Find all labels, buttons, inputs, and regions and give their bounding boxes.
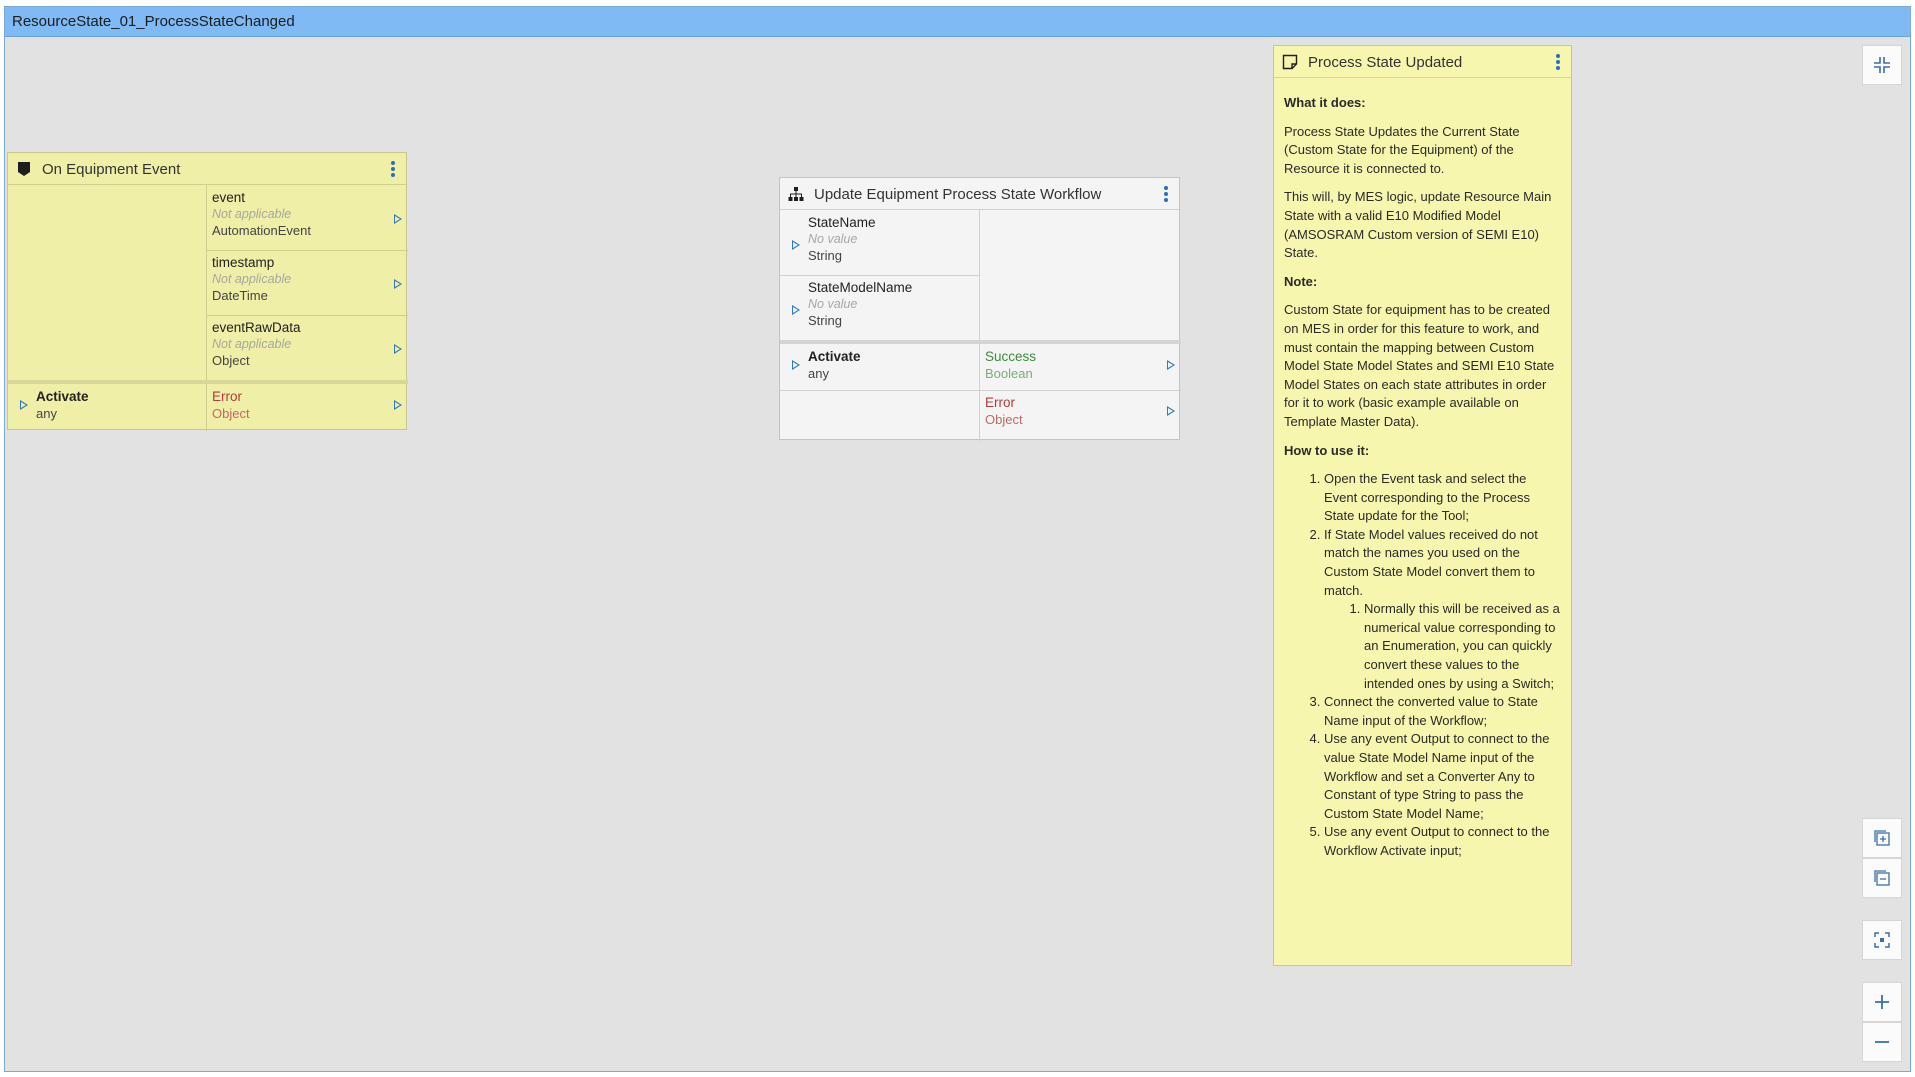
divider: [780, 390, 1181, 391]
steps-list: Open the Event task and select the Event…: [1324, 470, 1563, 860]
input-arrow-icon[interactable]: [792, 240, 800, 250]
substeps-list: Normally this will be received as a nume…: [1364, 600, 1563, 693]
input-port-activate[interactable]: Activate any: [18, 389, 198, 429]
output-arrow-icon[interactable]: [394, 214, 402, 224]
expand-all-icon: [1874, 830, 1890, 846]
divider: [206, 250, 408, 251]
note-icon: [1282, 54, 1298, 70]
node-header[interactable]: On Equipment Event: [8, 153, 406, 185]
node-header[interactable]: Update Equipment Process State Workflow: [780, 178, 1179, 210]
input-arrow-icon[interactable]: [20, 400, 28, 410]
input-port-statemodelname[interactable]: StateModelName No value String: [790, 280, 974, 338]
input-port-activate[interactable]: Activate any: [790, 349, 974, 389]
section-divider: [780, 340, 1181, 344]
output-arrow-icon[interactable]: [394, 400, 402, 410]
output-port-event[interactable]: event Not applicable AutomationEvent: [212, 190, 402, 248]
list-item: Use any event Output to connect to the W…: [1324, 823, 1563, 860]
output-arrow-icon[interactable]: [394, 344, 402, 354]
note-heading: Note:: [1284, 273, 1318, 289]
section-divider: [8, 380, 408, 384]
note-paragraph: This will, by MES logic, update Resource…: [1284, 189, 1552, 261]
fit-to-screen-button[interactable]: [1862, 920, 1902, 960]
collapse-all-button[interactable]: [1862, 858, 1902, 898]
input-port-statename[interactable]: StateName No value String: [790, 215, 974, 273]
output-port-error[interactable]: Error Object: [985, 395, 1175, 435]
collapse-icon: [1874, 57, 1890, 73]
output-arrow-icon[interactable]: [394, 279, 402, 289]
divider: [206, 315, 408, 316]
note-heading: What it does:: [1284, 95, 1366, 110]
expand-all-button[interactable]: [1862, 818, 1902, 858]
output-port-success[interactable]: Success Boolean: [985, 349, 1175, 389]
workflow-node[interactable]: Update Equipment Process State Workflow …: [779, 177, 1181, 441]
zoom-out-icon: [1875, 1041, 1889, 1043]
output-arrow-icon[interactable]: [1167, 406, 1175, 416]
note-heading: How to use it:: [1284, 442, 1370, 458]
list-item: If State Model values received do not ma…: [1324, 526, 1563, 693]
node-title: Update Equipment Process State Workflow: [814, 186, 1102, 203]
equipment-event-node[interactable]: On Equipment Event event Not applicable …: [7, 152, 408, 431]
collapse-all-icon: [1874, 870, 1890, 886]
zoom-out-button[interactable]: [1862, 1022, 1902, 1062]
column-divider: [206, 185, 207, 431]
divider: [780, 275, 979, 276]
output-port-timestamp[interactable]: timestamp Not applicable DateTime: [212, 255, 402, 313]
output-port-error[interactable]: Error Object: [212, 389, 402, 429]
output-port-eventrawdata[interactable]: eventRawData Not applicable Object: [212, 320, 402, 378]
note-paragraph: Process State Updates the Current State …: [1284, 123, 1520, 176]
output-arrow-icon[interactable]: [1167, 360, 1175, 370]
collapse-button[interactable]: [1862, 45, 1902, 85]
window-title: ResourceState_01_ProcessStateChanged: [12, 13, 295, 30]
note-header[interactable]: Process State Updated: [1274, 46, 1571, 78]
list-item: Normally this will be received as a nume…: [1364, 600, 1563, 693]
kebab-menu-icon[interactable]: [390, 161, 396, 177]
node-title: On Equipment Event: [42, 161, 181, 178]
note-title: Process State Updated: [1308, 54, 1463, 71]
note-paragraph: Custom State for equipment has to be cre…: [1284, 302, 1555, 429]
zoom-in-icon: [1875, 995, 1889, 1009]
list-item: Use any event Output to connect to the v…: [1324, 730, 1563, 823]
note-panel[interactable]: Process State Updated What it does: Proc…: [1273, 45, 1572, 966]
kebab-menu-icon[interactable]: [1555, 54, 1561, 70]
zoom-in-button[interactable]: [1862, 982, 1902, 1022]
list-item: Connect the converted value to State Nam…: [1324, 693, 1563, 730]
list-item: Open the Event task and select the Event…: [1324, 470, 1563, 526]
note-body: What it does: Process State Updates the …: [1284, 94, 1563, 867]
canvas[interactable]: ResourceState_01_ProcessStateChanged On …: [4, 6, 1911, 1072]
event-icon: [18, 162, 30, 176]
input-arrow-icon[interactable]: [792, 305, 800, 315]
kebab-menu-icon[interactable]: [1163, 186, 1169, 202]
fit-to-screen-icon: [1874, 932, 1890, 948]
workflow-icon: [788, 187, 804, 201]
input-arrow-icon[interactable]: [792, 360, 800, 370]
title-bar: ResourceState_01_ProcessStateChanged: [5, 7, 1910, 37]
column-divider: [979, 210, 980, 441]
